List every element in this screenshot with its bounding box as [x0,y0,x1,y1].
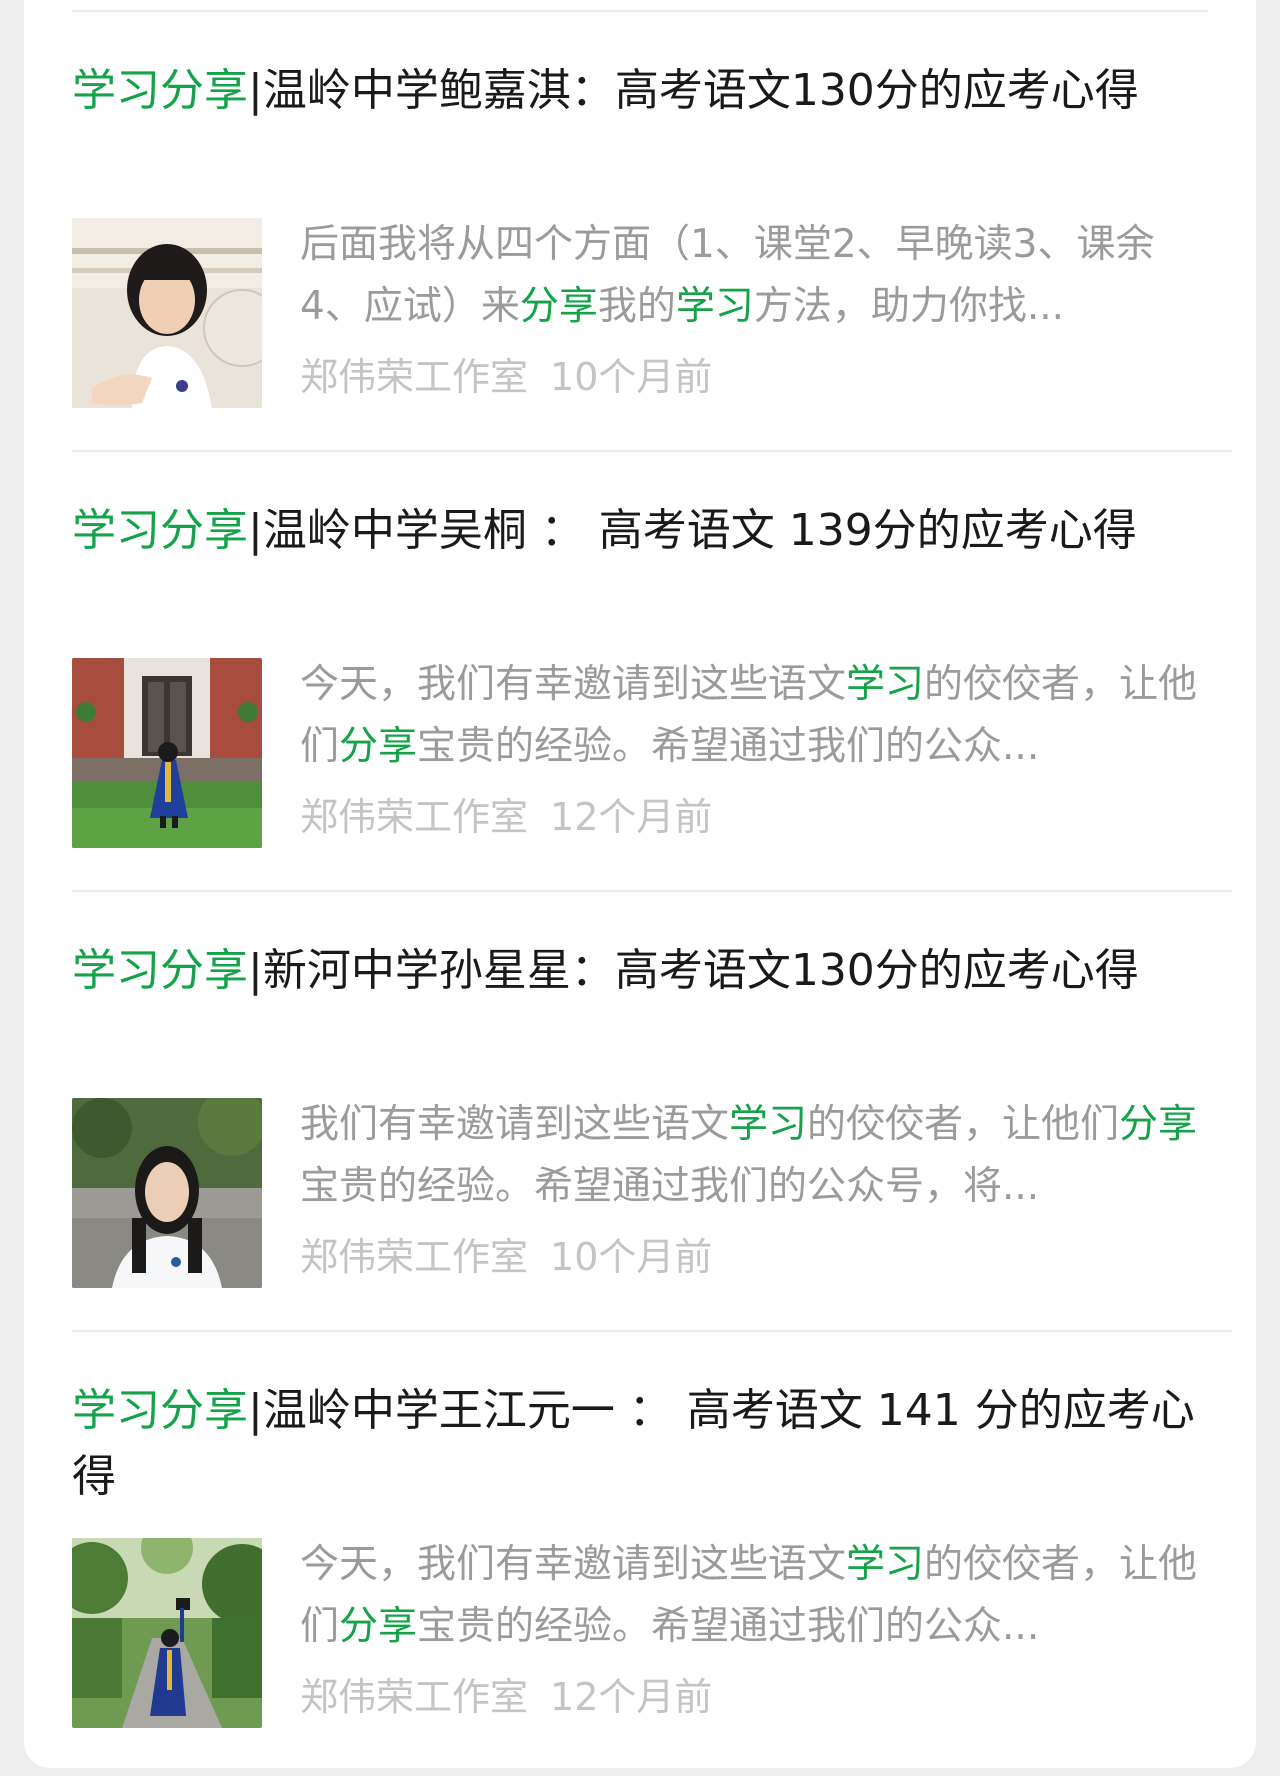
snippet-keyword: 分享 [1119,1102,1198,1147]
article-meta: 郑伟荣工作室 10个月前 [300,1232,712,1282]
title-text: |新河中学孙星星：高考语文130分的应考心得 [248,945,1139,996]
source-name: 郑伟荣工作室 [300,795,529,839]
article-title[interactable]: 学习分享|新河中学孙星星：高考语文130分的应考心得 [72,938,1232,1004]
title-keyword: 学习分享 [72,1385,248,1436]
snippet-text: 方法，助力你找... [753,284,1065,329]
snippet-text: 的佼佼者，让他们 [807,1102,1120,1147]
publish-time: 12个月前 [550,1675,713,1719]
snippet-text: 我们有幸邀请到这些语文 [300,1102,730,1147]
article-thumbnail[interactable] [72,1538,262,1728]
snippet-text: 今天，我们有幸邀请到这些语文 [300,662,847,707]
snippet-keyword: 学习 [846,662,925,707]
snippet-keyword: 学习 [675,284,754,329]
article-result[interactable]: 学习分享|温岭中学王江元一 ： 高考语文 141 分的应考心得 今天，我们有幸邀… [72,1332,1232,1772]
article-meta: 郑伟荣工作室 12个月前 [300,792,712,842]
snippet-keyword: 分享 [519,284,598,329]
article-thumbnail[interactable] [72,218,262,408]
article-snippet: 我们有幸邀请到这些语文学习的佼佼者，让他们分享宝贵的经验。希望通过我们的公众号，… [300,1094,1204,1218]
snippet-text: 我的 [597,284,676,329]
publish-time: 10个月前 [550,1235,713,1279]
article-snippet: 后面我将从四个方面（1、课堂2、早晚读3、课余4、应试）来分享我的学习方法，助力… [300,214,1204,338]
source-name: 郑伟荣工作室 [300,355,529,399]
publish-time: 12个月前 [550,795,713,839]
title-text: |温岭中学吴桐 ： 高考语文 139分的应考心得 [248,505,1137,556]
article-result[interactable]: 学习分享|温岭中学吴桐 ： 高考语文 139分的应考心得 今天，我们有幸邀请到这… [72,452,1232,892]
article-title[interactable]: 学习分享|温岭中学王江元一 ： 高考语文 141 分的应考心得 [72,1378,1232,1510]
article-title[interactable]: 学习分享|温岭中学鲍嘉淇：高考语文130分的应考心得 [72,58,1232,124]
graduation-photo-thumbnail-icon [72,658,262,848]
title-keyword: 学习分享 [72,505,248,556]
source-name: 郑伟荣工作室 [300,1675,529,1719]
article-thumbnail[interactable] [72,1098,262,1288]
title-keyword: 学习分享 [72,65,248,116]
article-meta: 郑伟荣工作室 10个月前 [300,352,712,402]
article-thumbnail[interactable] [72,658,262,848]
snippet-keyword: 分享 [339,724,418,769]
article-meta: 郑伟荣工作室 12个月前 [300,1672,712,1722]
source-name: 郑伟荣工作室 [300,1235,529,1279]
student-portrait-thumbnail-icon [72,218,262,408]
snippet-text: 宝贵的经验。希望通过我们的公众号，将... [300,1164,1040,1209]
student-portrait-thumbnail-icon [72,1098,262,1288]
article-result[interactable]: 学习分享|温岭中学鲍嘉淇：高考语文130分的应考心得 后面我将从四个方面（1、课… [72,12,1232,452]
title-text: |温岭中学鲍嘉淇：高考语文130分的应考心得 [248,65,1139,116]
article-snippet: 今天，我们有幸邀请到这些语文学习的佼佼者，让他们分享宝贵的经验。希望通过我们的公… [300,1534,1204,1658]
graduation-photo-thumbnail-icon [72,1538,262,1728]
article-snippet: 今天，我们有幸邀请到这些语文学习的佼佼者，让他们分享宝贵的经验。希望通过我们的公… [300,654,1204,778]
snippet-text: 宝贵的经验。希望通过我们的公众... [417,724,1040,769]
snippet-text: 今天，我们有幸邀请到这些语文 [300,1542,847,1587]
title-keyword: 学习分享 [72,945,248,996]
article-title[interactable]: 学习分享|温岭中学吴桐 ： 高考语文 139分的应考心得 [72,498,1232,564]
snippet-keyword: 分享 [339,1604,418,1649]
article-result[interactable]: 学习分享|新河中学孙星星：高考语文130分的应考心得 我们有幸邀请到这些语文学习… [72,892,1232,1332]
publish-time: 10个月前 [550,355,713,399]
snippet-text: 宝贵的经验。希望通过我们的公众... [417,1604,1040,1649]
snippet-keyword: 学习 [846,1542,925,1587]
search-results-card: 学习分享|温岭中学鲍嘉淇：高考语文130分的应考心得 后面我将从四个方面（1、课… [24,0,1256,1768]
snippet-keyword: 学习 [729,1102,808,1147]
